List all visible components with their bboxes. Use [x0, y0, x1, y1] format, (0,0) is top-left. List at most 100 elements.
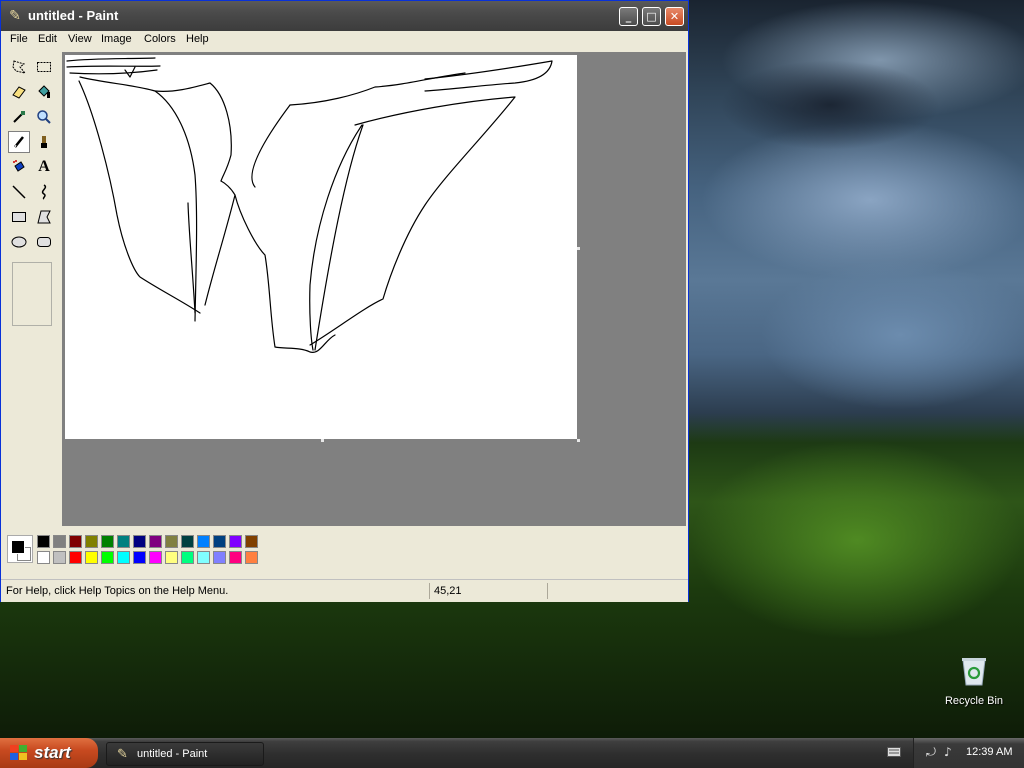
menu-bar: File Edit View Image Colors Help — [1, 31, 688, 49]
color-swatch[interactable] — [213, 535, 226, 548]
fill-with-color-tool[interactable] — [33, 81, 55, 103]
line-icon — [12, 185, 26, 199]
start-label: start — [34, 743, 71, 762]
system-tray: ⤾ ♪ 12:39 AM — [913, 738, 1024, 768]
canvas-drawing — [66, 57, 553, 353]
eraser-tool[interactable] — [8, 81, 30, 103]
magnifier-icon — [37, 110, 51, 124]
taskbar: start ✎ untitled - Paint ⤾ ♪ 12:39 AM — [0, 738, 1024, 768]
menu-edit[interactable]: Edit — [38, 33, 57, 45]
recycle-bin-icon — [962, 658, 986, 686]
color-swatch[interactable] — [69, 551, 82, 564]
rectangle-tool[interactable] — [8, 206, 30, 228]
text-tool-icon: A — [38, 158, 50, 175]
paint-app-icon[interactable]: ✎ — [7, 8, 23, 24]
curve-icon — [41, 184, 47, 200]
recycle-bin-label: Recycle Bin — [944, 695, 1004, 707]
tool-box: A — [3, 53, 61, 525]
pick-color-tool[interactable] — [8, 106, 30, 128]
volume-icon[interactable]: ♪ — [944, 745, 952, 759]
menu-help[interactable]: Help — [186, 33, 209, 45]
paint-app-icon: ✎ — [117, 747, 128, 762]
maximize-button[interactable]: □ — [642, 7, 661, 26]
color-swatch[interactable] — [245, 535, 258, 548]
menu-image[interactable]: Image — [101, 33, 132, 45]
menu-file[interactable]: File — [10, 33, 28, 45]
color-swatch[interactable] — [85, 535, 98, 548]
text-tool[interactable]: A — [33, 156, 55, 178]
paint-window: ✎ untitled - Paint _ □ ✕ File Edit View … — [0, 0, 689, 602]
pencil-tool[interactable] — [8, 131, 30, 153]
status-divider — [429, 583, 430, 599]
window-title: untitled - Paint — [28, 8, 119, 23]
curve-tool[interactable] — [33, 181, 55, 203]
color-swatch[interactable] — [117, 551, 130, 564]
canvas-resize-handle[interactable] — [577, 439, 580, 442]
tool-options-box[interactable] — [12, 262, 52, 326]
close-button[interactable]: ✕ — [665, 7, 684, 26]
brush-icon — [41, 136, 47, 148]
magnifier-tool[interactable] — [33, 106, 55, 128]
color-swatch[interactable] — [53, 535, 66, 548]
system-clock[interactable]: 12:39 AM — [966, 746, 1012, 758]
color-palette — [3, 529, 687, 575]
polygon-tool[interactable] — [33, 206, 55, 228]
pencil-icon — [14, 136, 24, 148]
color-swatch[interactable] — [37, 535, 50, 548]
canvas-resize-handle[interactable] — [577, 247, 580, 250]
windows-logo-icon — [10, 745, 27, 760]
color-swatch[interactable] — [229, 551, 242, 564]
network-icon[interactable]: ⤾ — [926, 745, 936, 760]
line-tool[interactable] — [8, 181, 30, 203]
color-swatch[interactable] — [165, 551, 178, 564]
title-bar[interactable]: ✎ untitled - Paint _ □ ✕ — [1, 1, 688, 31]
rectangle-select-icon — [37, 62, 51, 72]
color-swatch[interactable] — [133, 535, 146, 548]
color-swatch[interactable] — [149, 535, 162, 548]
free-form-select-icon — [12, 60, 27, 74]
eraser-icon — [12, 86, 26, 99]
color-swatch[interactable] — [181, 551, 194, 564]
polygon-icon — [37, 210, 51, 224]
color-swatch[interactable] — [197, 535, 210, 548]
taskbar-button-paint[interactable]: ✎ untitled - Paint — [106, 742, 264, 766]
color-swatch[interactable] — [197, 551, 210, 564]
start-button[interactable]: start — [0, 738, 98, 768]
recycle-bin-desktop-icon[interactable]: Recycle Bin — [938, 656, 1010, 707]
color-swatch[interactable] — [85, 551, 98, 564]
menu-view[interactable]: View — [68, 33, 92, 45]
taskbar-button-label: untitled - Paint — [137, 748, 208, 760]
brush-tool[interactable] — [33, 131, 55, 153]
color-swatch[interactable] — [101, 535, 114, 548]
color-swatch[interactable] — [229, 535, 242, 548]
color-swatch[interactable] — [213, 551, 226, 564]
color-swatch[interactable] — [117, 535, 130, 548]
rounded-rectangle-tool[interactable] — [33, 231, 55, 253]
paint-bucket-icon — [38, 85, 50, 98]
drawing-canvas[interactable] — [65, 55, 577, 439]
rounded-rectangle-icon — [37, 237, 51, 247]
color-swatch[interactable] — [101, 551, 114, 564]
foreground-color[interactable] — [11, 540, 25, 554]
color-swatch[interactable] — [53, 551, 66, 564]
canvas-resize-handle[interactable] — [321, 439, 324, 442]
color-swatch[interactable] — [37, 551, 50, 564]
ellipse-tool[interactable] — [8, 231, 30, 253]
current-colors-box[interactable] — [7, 535, 33, 563]
menu-colors[interactable]: Colors — [144, 33, 176, 45]
drawing-workspace — [62, 52, 686, 526]
eyedropper-icon — [13, 111, 25, 123]
color-swatch[interactable] — [149, 551, 162, 564]
select-tool[interactable] — [33, 56, 55, 78]
minimize-button[interactable]: _ — [619, 7, 638, 26]
color-swatch[interactable] — [69, 535, 82, 548]
color-swatch[interactable] — [181, 535, 194, 548]
keyboard-icon[interactable] — [887, 747, 901, 757]
color-swatch[interactable] — [245, 551, 258, 564]
airbrush-tool[interactable] — [8, 156, 30, 178]
free-form-select-tool[interactable] — [8, 56, 30, 78]
status-help-text: For Help, click Help Topics on the Help … — [6, 585, 229, 597]
cursor-coordinates: 45,21 — [434, 585, 462, 597]
color-swatch[interactable] — [133, 551, 146, 564]
color-swatch[interactable] — [165, 535, 178, 548]
